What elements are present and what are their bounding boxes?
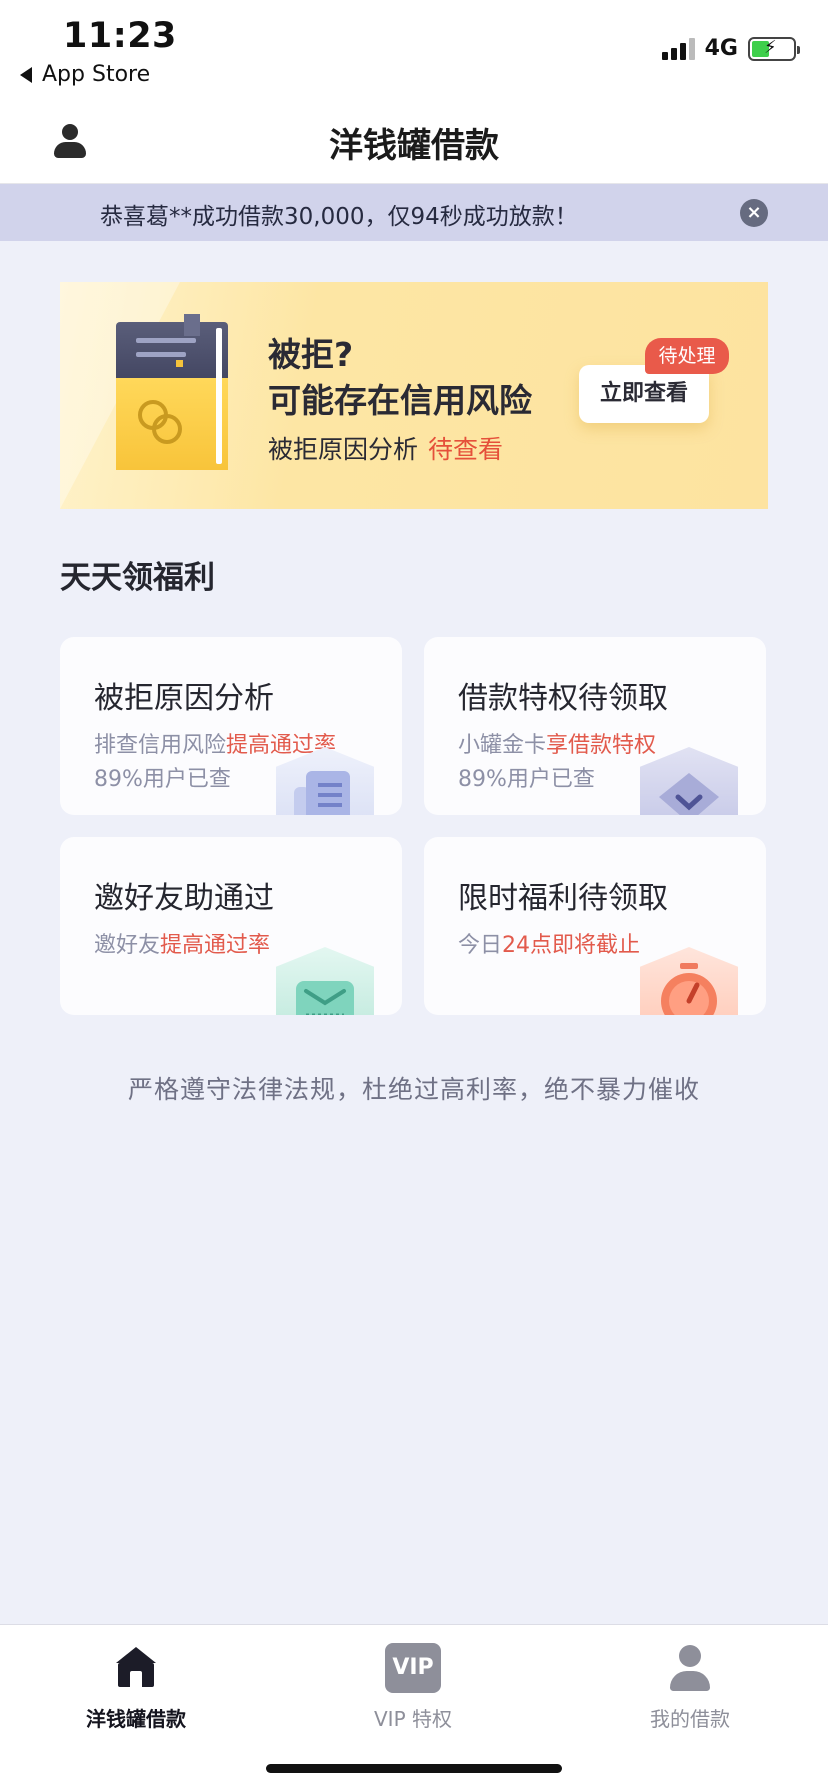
tab-my-loans[interactable]: 我的借款 <box>590 1643 790 1732</box>
card-meta: 89%用户已查 <box>458 767 595 792</box>
card-title: 被拒原因分析 <box>94 681 274 716</box>
banner-sub-text: 被拒原因分析 <box>268 435 419 464</box>
banner-sub-highlight: 待查看 <box>428 435 504 464</box>
home-indicator <box>266 1764 562 1773</box>
tab-home[interactable]: 洋钱罐借款 <box>36 1643 236 1732</box>
charging-bolt-icon: ⚡ <box>764 36 777 58</box>
banner-title-line1: 被拒? <box>268 335 354 374</box>
card-title: 邀好友助通过 <box>94 881 274 916</box>
benefit-card-loan-privilege[interactable]: 借款特权待领取 小罐金卡享借款特权 89%用户已查 <box>424 637 766 815</box>
tab-vip[interactable]: VIP VIP 特权 <box>313 1643 513 1732</box>
card-title: 限时福利待领取 <box>458 881 668 916</box>
network-type: 4G <box>704 36 738 61</box>
card-sub-highlight: 提高通过率 <box>160 933 271 958</box>
card-title: 借款特权待领取 <box>458 681 668 716</box>
close-icon[interactable]: × <box>740 199 768 227</box>
banner-title: 被拒? 可能存在信用风险 <box>268 332 532 424</box>
notice-text: 恭喜葛**成功借款30,000，仅94秒成功放款！ <box>100 204 578 230</box>
banner-subtitle: 被拒原因分析 待查看 <box>268 430 503 466</box>
card-sub-plain: 今日 <box>458 933 503 958</box>
card-sub-plain: 邀好友 <box>94 933 161 958</box>
tab-label: 我的借款 <box>650 1707 730 1731</box>
tab-label: VIP 特权 <box>374 1707 452 1731</box>
compliance-note: 严格遵守法律法规，杜绝过高利率，绝不暴力催收 <box>127 1075 700 1104</box>
status-time: 11:23 <box>63 16 177 56</box>
benefit-card-rejection-analysis[interactable]: 被拒原因分析 排查信用风险提高通过率 89%用户已查 <box>60 637 402 815</box>
page-title: 洋钱罐借款 <box>329 126 499 166</box>
banner-title-line2: 可能存在信用风险 <box>268 381 532 420</box>
home-icon <box>108 1643 164 1693</box>
status-indicators: 4G ⚡ <box>661 36 800 61</box>
tab-label: 洋钱罐借款 <box>86 1707 186 1731</box>
section-title-benefits: 天天领福利 <box>60 560 215 596</box>
back-app-label: App Store <box>42 62 151 87</box>
person-icon <box>662 1643 718 1693</box>
back-to-app-store[interactable]: App Store <box>20 62 150 87</box>
card-subtitle: 邀好友提高通过率 <box>94 927 270 959</box>
card-sub-plain: 排查信用风险 <box>94 733 227 758</box>
card-sub-plain: 小罐金卡 <box>458 733 547 758</box>
card-meta: 89%用户已查 <box>94 767 231 792</box>
book-icon <box>116 314 228 470</box>
benefit-card-invite-friends[interactable]: 邀好友助通过 邀好友提高通过率 <box>60 837 402 1015</box>
battery-icon: ⚡ <box>748 36 800 61</box>
back-triangle-icon <box>20 66 32 83</box>
stopwatch-icon <box>640 947 738 1015</box>
gem-icon <box>640 747 738 815</box>
benefit-card-limited-time[interactable]: 限时福利待领取 今日24点即将截止 <box>424 837 766 1015</box>
rejection-banner[interactable]: 被拒? 可能存在信用风险 被拒原因分析 待查看 立即查看 待处理 <box>60 282 768 509</box>
success-notice-bar: 恭喜葛**成功借款30,000，仅94秒成功放款！ × <box>0 184 828 241</box>
card-subtitle: 今日24点即将截止 <box>458 927 640 959</box>
nav-bar: 洋钱罐借款 <box>0 100 828 184</box>
card-subtitle: 小罐金卡享借款特权 <box>458 727 656 759</box>
card-sub-highlight: 24点即将截止 <box>502 933 641 958</box>
vip-icon: VIP <box>385 1643 441 1693</box>
cellular-signal-icon <box>661 37 695 60</box>
status-bar: 11:23 App Store 4G ⚡ <box>0 0 828 100</box>
document-icon <box>276 747 374 815</box>
mail-icon <box>276 947 374 1015</box>
pending-badge: 待处理 <box>645 338 729 374</box>
